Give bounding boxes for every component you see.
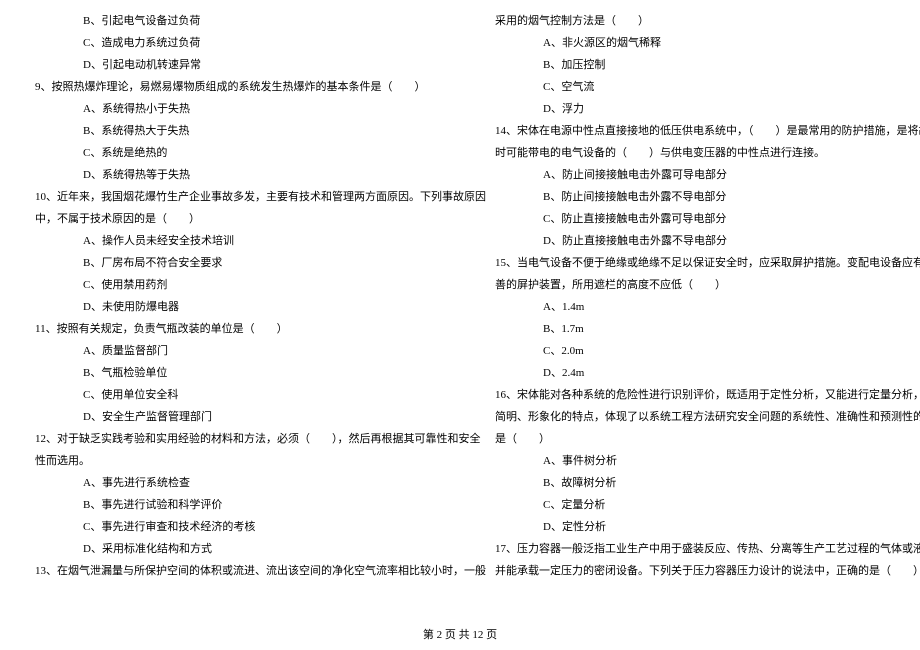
q12-option-c: C、事先进行审查和技术经济的考核 (35, 516, 425, 538)
q15-option-a: A、1.4m (495, 296, 885, 318)
q11-stem: 11、按照有关规定，负责气瓶改装的单位是（ ） (35, 318, 425, 340)
q16-option-b: B、故障树分析 (495, 472, 885, 494)
q9-option-b: B、系统得热大于失热 (35, 120, 425, 142)
q17-stem-1: 17、压力容器一般泛指工业生产中用于盛装反应、传热、分离等生产工艺过程的气体或液… (495, 538, 885, 560)
q9-option-a: A、系统得热小于失热 (35, 98, 425, 120)
q9-stem: 9、按照热爆炸理论，易燃易爆物质组成的系统发生热爆炸的基本条件是（ ） (35, 76, 425, 98)
q15-stem-2: 善的屏护装置，所用遮栏的高度不应低（ ） (495, 274, 885, 296)
q13-option-d: D、浮力 (495, 98, 885, 120)
q15-stem-1: 15、当电气设备不便于绝缘或绝缘不足以保证安全时，应采取屏护措施。变配电设备应有… (495, 252, 885, 274)
page-container: B、引起电气设备过负荷 C、造成电力系统过负荷 D、引起电动机转速异常 9、按照… (0, 0, 920, 610)
q14-option-c: C、防止直接接触电击外露可导电部分 (495, 208, 885, 230)
q11-option-b: B、气瓶检验单位 (35, 362, 425, 384)
right-column: 采用的烟气控制方法是（ ） A、非火源区的烟气稀释 B、加压控制 C、空气流 D… (460, 10, 920, 600)
q14-stem-2: 时可能带电的电气设备的（ ）与供电变压器的中性点进行连接。 (495, 142, 885, 164)
q13-stem: 13、在烟气泄漏量与所保护空间的体积或流进、流出该空间的净化空气流率相比较小时，… (35, 560, 425, 582)
q9-option-c: C、系统是绝热的 (35, 142, 425, 164)
q15-option-d: D、2.4m (495, 362, 885, 384)
q10-option-b: B、厂房布局不符合安全要求 (35, 252, 425, 274)
q16-stem-3: 是（ ） (495, 428, 885, 450)
page-footer: 第 2 页 共 12 页 (0, 626, 920, 642)
q17-stem-2: 并能承载一定压力的密闭设备。下列关于压力容器压力设计的说法中，正确的是（ ） (495, 560, 885, 582)
q12-stem-1: 12、对于缺乏实践考验和实用经验的材料和方法，必须（ ），然后再根据其可靠性和安… (35, 428, 425, 450)
q13-stem-cont: 采用的烟气控制方法是（ ） (495, 10, 885, 32)
q8-option-d: D、引起电动机转速异常 (35, 54, 425, 76)
q11-option-d: D、安全生产监督管理部门 (35, 406, 425, 428)
q10-option-d: D、未使用防爆电器 (35, 296, 425, 318)
q14-stem-1: 14、宋体在电源中性点直接接地的低压供电系统中，（ ）是最常用的防护措施，是将故… (495, 120, 885, 142)
q14-option-a: A、防止间接接触电击外露可导电部分 (495, 164, 885, 186)
q14-option-d: D、防止直接接触电击外露不导电部分 (495, 230, 885, 252)
q9-option-d: D、系统得热等于失热 (35, 164, 425, 186)
q16-stem-2: 简明、形象化的特点，体现了以系统工程方法研究安全问题的系统性、准确性和预测性的分… (495, 406, 885, 428)
q16-option-a: A、事件树分析 (495, 450, 885, 472)
q16-option-c: C、定量分析 (495, 494, 885, 516)
q10-option-c: C、使用禁用药剂 (35, 274, 425, 296)
q15-option-b: B、1.7m (495, 318, 885, 340)
q10-option-a: A、操作人员未经安全技术培训 (35, 230, 425, 252)
q8-option-b: B、引起电气设备过负荷 (35, 10, 425, 32)
q15-option-c: C、2.0m (495, 340, 885, 362)
q13-option-c: C、空气流 (495, 76, 885, 98)
q10-stem-2: 中，不属于技术原因的是（ ） (35, 208, 425, 230)
q8-option-c: C、造成电力系统过负荷 (35, 32, 425, 54)
q12-stem-2: 性而选用。 (35, 450, 425, 472)
q13-option-a: A、非火源区的烟气稀释 (495, 32, 885, 54)
q10-stem-1: 10、近年来，我国烟花爆竹生产企业事故多发，主要有技术和管理两方面原因。下列事故… (35, 186, 425, 208)
q11-option-a: A、质量监督部门 (35, 340, 425, 362)
q16-stem-1: 16、宋体能对各种系统的危险性进行识别评价，既适用于定性分析，又能进行定量分析，… (495, 384, 885, 406)
q14-option-b: B、防止间接接触电击外露不导电部分 (495, 186, 885, 208)
q12-option-b: B、事先进行试验和科学评价 (35, 494, 425, 516)
q11-option-c: C、使用单位安全科 (35, 384, 425, 406)
left-column: B、引起电气设备过负荷 C、造成电力系统过负荷 D、引起电动机转速异常 9、按照… (0, 10, 460, 600)
q12-option-d: D、采用标准化结构和方式 (35, 538, 425, 560)
q12-option-a: A、事先进行系统检查 (35, 472, 425, 494)
q16-option-d: D、定性分析 (495, 516, 885, 538)
q13-option-b: B、加压控制 (495, 54, 885, 76)
